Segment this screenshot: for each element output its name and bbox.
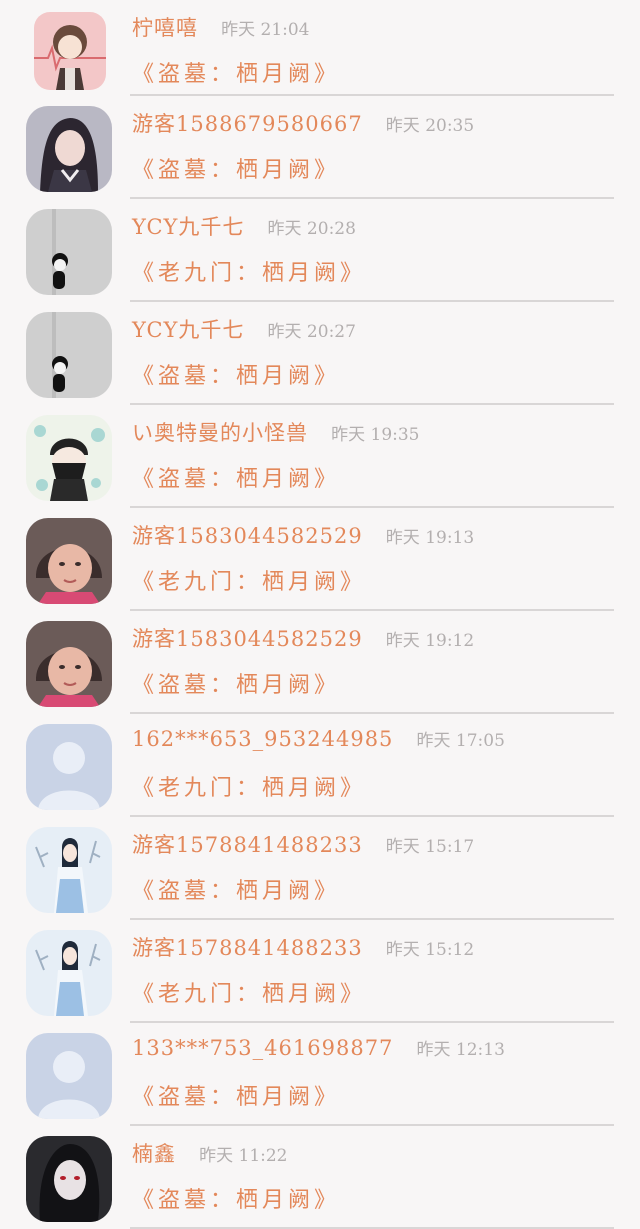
ancient-costume-avatar-icon xyxy=(26,930,112,1016)
comment-content: い奥特曼的小怪兽 昨天 19:35 《盗墓：栖月阙》 xyxy=(130,405,614,508)
comment-content: 游客1588679580667 昨天 20:35 《盗墓：栖月阙》 xyxy=(130,96,614,199)
book-title[interactable]: 《老九门：栖月阙》 xyxy=(132,770,366,802)
timestamp: 昨天 19:12 xyxy=(385,631,475,651)
book-title[interactable]: 《盗墓：栖月阙》 xyxy=(132,667,340,699)
child-photo-avatar-icon xyxy=(26,621,112,707)
comment-content: 133***753_461698877 昨天 12:13 《盗墓：栖月阙》 xyxy=(130,1023,614,1126)
dark-anime-avatar-icon xyxy=(26,1136,112,1222)
avatar[interactable] xyxy=(34,12,106,90)
user-name[interactable]: 游客1583044582529 xyxy=(132,627,363,651)
timestamp: 昨天 12:13 xyxy=(416,1040,505,1060)
comment-content: YCY九千七 昨天 20:28 《老九门：栖月阙》 xyxy=(130,199,614,302)
list-item[interactable]: い奥特曼的小怪兽 昨天 19:35 《盗墓：栖月阙》 xyxy=(0,405,640,508)
panda-avatar-icon xyxy=(26,209,112,295)
timestamp: 昨天 17:05 xyxy=(416,731,505,751)
default-user-avatar-icon xyxy=(26,1033,112,1119)
user-name[interactable]: 柠嘻嘻 xyxy=(132,16,198,40)
user-name[interactable]: 133***753_461698877 xyxy=(132,1036,393,1060)
list-item[interactable]: 133***753_461698877 昨天 12:13 《盗墓：栖月阙》 xyxy=(0,1023,640,1126)
book-title[interactable]: 《盗墓：栖月阙》 xyxy=(132,1182,340,1214)
avatar[interactable] xyxy=(26,1033,112,1119)
default-user-avatar-icon xyxy=(26,724,112,810)
ancient-costume-avatar-icon xyxy=(26,827,112,913)
comment-content: 162***653_953244985 昨天 17:05 《老九门：栖月阙》 xyxy=(130,714,614,817)
list-item[interactable]: 游客1578841488233 昨天 15:17 《盗墓：栖月阙》 xyxy=(0,817,640,920)
user-name[interactable]: 楠鑫 xyxy=(132,1142,176,1166)
user-name[interactable]: い奥特曼的小怪兽 xyxy=(132,421,308,445)
comment-content: 游客1578841488233 昨天 15:12 《老九门：栖月阙》 xyxy=(130,920,614,1023)
book-title[interactable]: 《盗墓：栖月阙》 xyxy=(132,358,340,390)
avatar[interactable] xyxy=(26,415,112,501)
comment-content: 游客1583044582529 昨天 19:12 《盗墓：栖月阙》 xyxy=(130,611,614,714)
avatar[interactable] xyxy=(26,312,112,398)
list-item[interactable]: 162***653_953244985 昨天 17:05 《老九门：栖月阙》 xyxy=(0,714,640,817)
list-item[interactable]: 游客1578841488233 昨天 15:12 《老九门：栖月阙》 xyxy=(0,920,640,1023)
user-name[interactable]: 游客1578841488233 xyxy=(132,936,363,960)
timestamp: 昨天 20:28 xyxy=(267,219,356,239)
comment-list: 柠嘻嘻 昨天 21:04 《盗墓：栖月阙》 游客1588679580667 昨天… xyxy=(0,0,640,1229)
avatar[interactable] xyxy=(26,518,112,604)
book-title[interactable]: 《老九门：栖月阙》 xyxy=(132,976,366,1008)
avatar[interactable] xyxy=(26,106,112,192)
user-name[interactable]: YCY九千七 xyxy=(132,318,244,342)
timestamp: 昨天 15:12 xyxy=(385,940,475,960)
list-item[interactable]: 柠嘻嘻 昨天 21:04 《盗墓：栖月阙》 xyxy=(0,0,640,96)
user-name[interactable]: YCY九千七 xyxy=(132,215,244,239)
user-name[interactable]: 游客1588679580667 xyxy=(132,112,363,136)
comment-content: 柠嘻嘻 昨天 21:04 《盗墓：栖月阙》 xyxy=(130,0,614,96)
timestamp: 昨天 21:04 xyxy=(221,20,310,40)
avatar[interactable] xyxy=(26,1136,112,1222)
timestamp: 昨天 11:22 xyxy=(199,1146,288,1166)
list-item[interactable]: 游客1583044582529 昨天 19:12 《盗墓：栖月阙》 xyxy=(0,611,640,714)
timestamp: 昨天 20:35 xyxy=(385,116,475,136)
avatar[interactable] xyxy=(26,827,112,913)
timestamp: 昨天 20:27 xyxy=(267,322,356,342)
list-item[interactable]: 游客1583044582529 昨天 19:13 《老九门：栖月阙》 xyxy=(0,508,640,611)
list-item[interactable]: YCY九千七 昨天 20:28 《老九门：栖月阙》 xyxy=(0,199,640,302)
user-name[interactable]: 游客1583044582529 xyxy=(132,524,363,548)
list-item[interactable]: 游客1588679580667 昨天 20:35 《盗墓：栖月阙》 xyxy=(0,96,640,199)
avatar[interactable] xyxy=(26,621,112,707)
book-title[interactable]: 《盗墓：栖月阙》 xyxy=(132,56,340,88)
book-title[interactable]: 《盗墓：栖月阙》 xyxy=(132,873,340,905)
comment-content: 楠鑫 昨天 11:22 《盗墓：栖月阙》 xyxy=(130,1126,614,1229)
book-title[interactable]: 《老九门：栖月阙》 xyxy=(132,564,366,596)
book-title[interactable]: 《盗墓：栖月阙》 xyxy=(132,1079,340,1111)
panda-avatar-icon xyxy=(26,312,112,398)
list-item[interactable]: 楠鑫 昨天 11:22 《盗墓：栖月阙》 xyxy=(0,1126,640,1229)
avatar[interactable] xyxy=(26,930,112,1016)
masked-boy-avatar-icon xyxy=(26,415,112,501)
book-title[interactable]: 《盗墓：栖月阙》 xyxy=(132,461,340,493)
avatar[interactable] xyxy=(26,724,112,810)
pink-anime-avatar-icon xyxy=(34,12,106,90)
list-item[interactable]: YCY九千七 昨天 20:27 《盗墓：栖月阙》 xyxy=(0,302,640,405)
timestamp: 昨天 19:35 xyxy=(331,425,420,445)
book-title[interactable]: 《盗墓：栖月阙》 xyxy=(132,152,340,184)
avatar[interactable] xyxy=(26,209,112,295)
comment-content: YCY九千七 昨天 20:27 《盗墓：栖月阙》 xyxy=(130,302,614,405)
timestamp: 昨天 15:17 xyxy=(385,837,475,857)
comment-content: 游客1583044582529 昨天 19:13 《老九门：栖月阙》 xyxy=(130,508,614,611)
user-name[interactable]: 游客1578841488233 xyxy=(132,833,363,857)
comment-content: 游客1578841488233 昨天 15:17 《盗墓：栖月阙》 xyxy=(130,817,614,920)
child-photo-avatar-icon xyxy=(26,518,112,604)
book-title[interactable]: 《老九门：栖月阙》 xyxy=(132,255,366,287)
girl-photo-avatar-icon xyxy=(26,106,112,192)
timestamp: 昨天 19:13 xyxy=(385,528,475,548)
user-name[interactable]: 162***653_953244985 xyxy=(132,727,393,751)
